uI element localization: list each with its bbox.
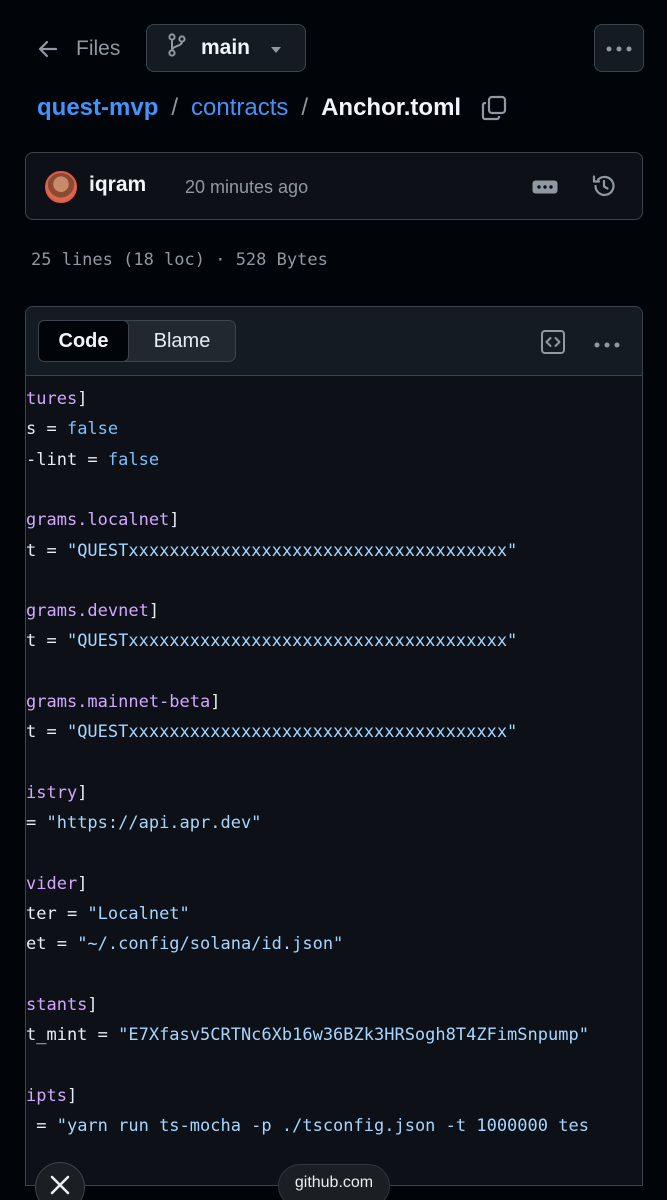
kebab-horizontal-icon (606, 39, 632, 57)
view-mode-toggle: Code Blame (38, 320, 236, 362)
close-icon (49, 1174, 71, 1200)
commit-time: 20 minutes ago (185, 177, 309, 197)
file-meta: 25 lines (18 loc) · 528 Bytes (31, 250, 328, 270)
code-token: istry (26, 782, 78, 803)
code-line: ter = "Localnet" (26, 904, 190, 934)
code-token: ] (77, 873, 88, 894)
code-line: grams.localnet] (26, 510, 180, 540)
code-token: s = (26, 419, 67, 440)
code-viewer: Code Blame tures] s = false -lint = false g… (25, 306, 643, 1186)
code-token: -lint = (26, 449, 108, 470)
code-lines: tures] s = false -lint = false grams.localn… (26, 376, 642, 1185)
arrow-left-icon (36, 37, 60, 61)
back-label: Files (76, 37, 121, 60)
code-line: t_mint = "E7Xfasv5CRTNc6Xb16w36BZk3HRSog… (26, 1025, 589, 1055)
commit-message-toggle-button[interactable] (532, 175, 558, 199)
breadcrumb-repo-link[interactable]: quest-mvp (37, 94, 158, 122)
code-line: grams.devnet] (26, 601, 159, 631)
code-line: t = "QUESTxxxxxxxxxxxxxxxxxxxxxxxxxxxxxx… (26, 722, 517, 752)
code-token: et = (26, 934, 78, 955)
code-line: vider] (26, 874, 87, 904)
code-token: tures (26, 389, 78, 409)
code-token: grams.mainnet-beta (26, 692, 211, 712)
breadcrumb: quest-mvp / contracts / Anchor.toml (37, 88, 507, 128)
breadcrumb-folder-link[interactable]: contracts (191, 94, 288, 122)
code-token: = (26, 1116, 57, 1137)
code-token: ] (66, 1085, 78, 1106)
code-token: false (107, 449, 160, 470)
code-token: "Localnet" (87, 904, 190, 925)
code-token: grams.devnet (26, 601, 149, 622)
code-token: "yarn run ts-mocha -p ./tsconfig.json -t… (56, 1116, 589, 1137)
git-branch-icon (167, 33, 187, 63)
code-token: t = (26, 631, 67, 652)
tab-blame[interactable]: Blame (129, 321, 235, 361)
code-viewer-header: Code Blame (26, 307, 642, 376)
more-options-button[interactable] (594, 24, 644, 72)
code-line: grams.mainnet-beta] (26, 692, 220, 722)
code-token: false (66, 419, 119, 440)
avatar[interactable] (45, 171, 77, 203)
code-line: istry] (26, 783, 87, 813)
commit-author[interactable]: iqram (89, 173, 146, 197)
code-line: -lint = false (26, 450, 159, 480)
latest-commit-box: iqram 20 minutes ago (25, 152, 643, 220)
code-token: ipts (26, 1085, 67, 1106)
history-icon[interactable] (591, 173, 617, 204)
code-line: t = "QUESTxxxxxxxxxxxxxxxxxxxxxxxxxxxxxx… (26, 631, 517, 661)
back-to-files-link[interactable]: Files (36, 28, 120, 70)
code-token: "https://api.apr.dev" (46, 813, 262, 834)
code-token: grams.localnet (26, 510, 170, 531)
code-token: ter = (26, 904, 88, 925)
code-line: = "https://api.apr.dev" (26, 813, 261, 843)
breadcrumb-current-file: Anchor.toml (321, 94, 462, 121)
triangle-down-icon (270, 36, 282, 60)
code-square-icon[interactable] (540, 329, 566, 360)
code-token: "~/.config/solana/id.json" (77, 934, 344, 955)
code-line: ipts] (26, 1086, 77, 1116)
code-token: ] (169, 510, 180, 531)
code-token: "E7Xfasv5CRTNc6Xb16w36BZk3HRSogh8T4ZFimS… (118, 1025, 589, 1046)
code-token: ] (87, 995, 98, 1015)
code-token: "QUESTxxxxxxxxxxxxxxxxxxxxxxxxxxxxxxxxxx… (66, 631, 518, 652)
code-line: et = "~/.config/solana/id.json" (26, 934, 343, 964)
code-line: t = "QUESTxxxxxxxxxxxxxxxxxxxxxxxxxxxxxx… (26, 541, 517, 571)
code-token: ] (77, 389, 88, 409)
code-token: ] (148, 601, 160, 622)
code-token: "QUESTxxxxxxxxxxxxxxxxxxxxxxxxxxxxxxxxxx… (66, 540, 518, 561)
code-token: vider (26, 873, 78, 894)
browser-url-pill[interactable]: github.com (278, 1164, 390, 1200)
branch-name: main (201, 36, 251, 59)
code-line: = "yarn run ts-mocha -p ./tsconfig.json … (26, 1116, 589, 1146)
code-token: "QUESTxxxxxxxxxxxxxxxxxxxxxxxxxxxxxxxxxx… (66, 722, 518, 743)
tab-code[interactable]: Code (38, 320, 129, 362)
code-line: stants] (26, 995, 98, 1025)
code-token: ] (77, 782, 88, 803)
code-token: ] (210, 692, 221, 712)
copy-icon[interactable] (481, 95, 507, 121)
code-token: = (26, 813, 47, 834)
code-token: t = (26, 540, 67, 561)
branch-selector-button[interactable]: main (146, 24, 306, 72)
code-token: stants (26, 995, 88, 1015)
kebab-horizontal-icon[interactable] (594, 335, 620, 353)
code-line: tures] (26, 389, 87, 419)
code-line: s = false (26, 419, 118, 449)
code-token: t = (26, 722, 67, 743)
code-token: t_mint = (26, 1025, 119, 1046)
breadcrumb-separator: / (171, 94, 179, 121)
breadcrumb-separator: / (301, 94, 309, 121)
